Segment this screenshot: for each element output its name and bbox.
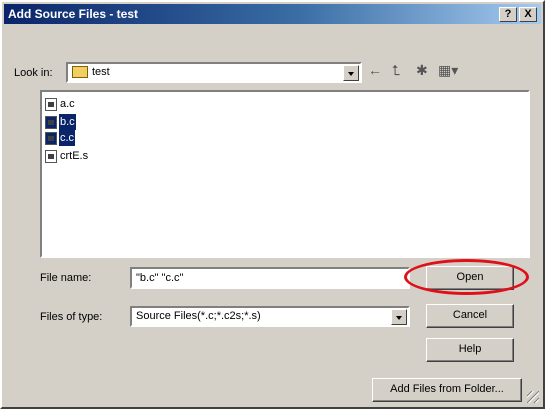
file-name-label: File name: [40,272,92,284]
up-folder-icon[interactable]: ⮤ [392,62,400,79]
list-item[interactable]: crtE.s [45,148,89,164]
annotation-ellipse [404,259,529,295]
chevron-down-icon[interactable] [391,309,407,325]
title-bar: Add Source Files - test ? X [4,4,541,24]
cancel-button[interactable]: Cancel [426,304,514,328]
file-icon [45,149,57,163]
list-item[interactable]: c.c [45,130,76,146]
file-icon [45,97,57,111]
file-list[interactable]: a.c b.c c.c crtE.s [40,90,530,258]
view-menu-icon[interactable]: ▦▾ [438,62,458,79]
file-name-input[interactable]: "b.c" "c.c" [130,267,410,289]
help-title-button[interactable]: ? [499,7,517,22]
resize-grip-icon[interactable] [527,391,539,403]
look-in-label: Look in: [14,67,53,79]
help-button[interactable]: Help [426,338,514,362]
list-item[interactable]: a.c [45,96,76,112]
file-type-label: Files of type: [40,311,103,323]
new-folder-icon[interactable]: ✱ [416,62,428,79]
chevron-down-icon[interactable] [343,65,359,81]
window-title: Add Source Files - test [8,7,139,21]
close-button[interactable]: X [519,7,537,22]
back-icon[interactable]: ← [368,62,382,78]
add-files-from-folder-button[interactable]: Add Files from Folder... [372,378,522,402]
add-source-files-dialog: Add Source Files - test ? X Look in: tes… [0,0,545,409]
folder-icon [72,66,88,79]
file-type-select[interactable]: Source Files(*.c;*.c2s;*.s) [130,306,410,327]
file-icon [45,115,57,129]
look-in-value: test [92,66,110,78]
file-name-value: "b.c" "c.c" [136,272,184,284]
file-type-value: Source Files(*.c;*.c2s;*.s) [136,310,261,322]
look-in-combo[interactable]: test [66,62,362,83]
file-icon [45,131,57,145]
list-item[interactable]: b.c [45,114,76,130]
